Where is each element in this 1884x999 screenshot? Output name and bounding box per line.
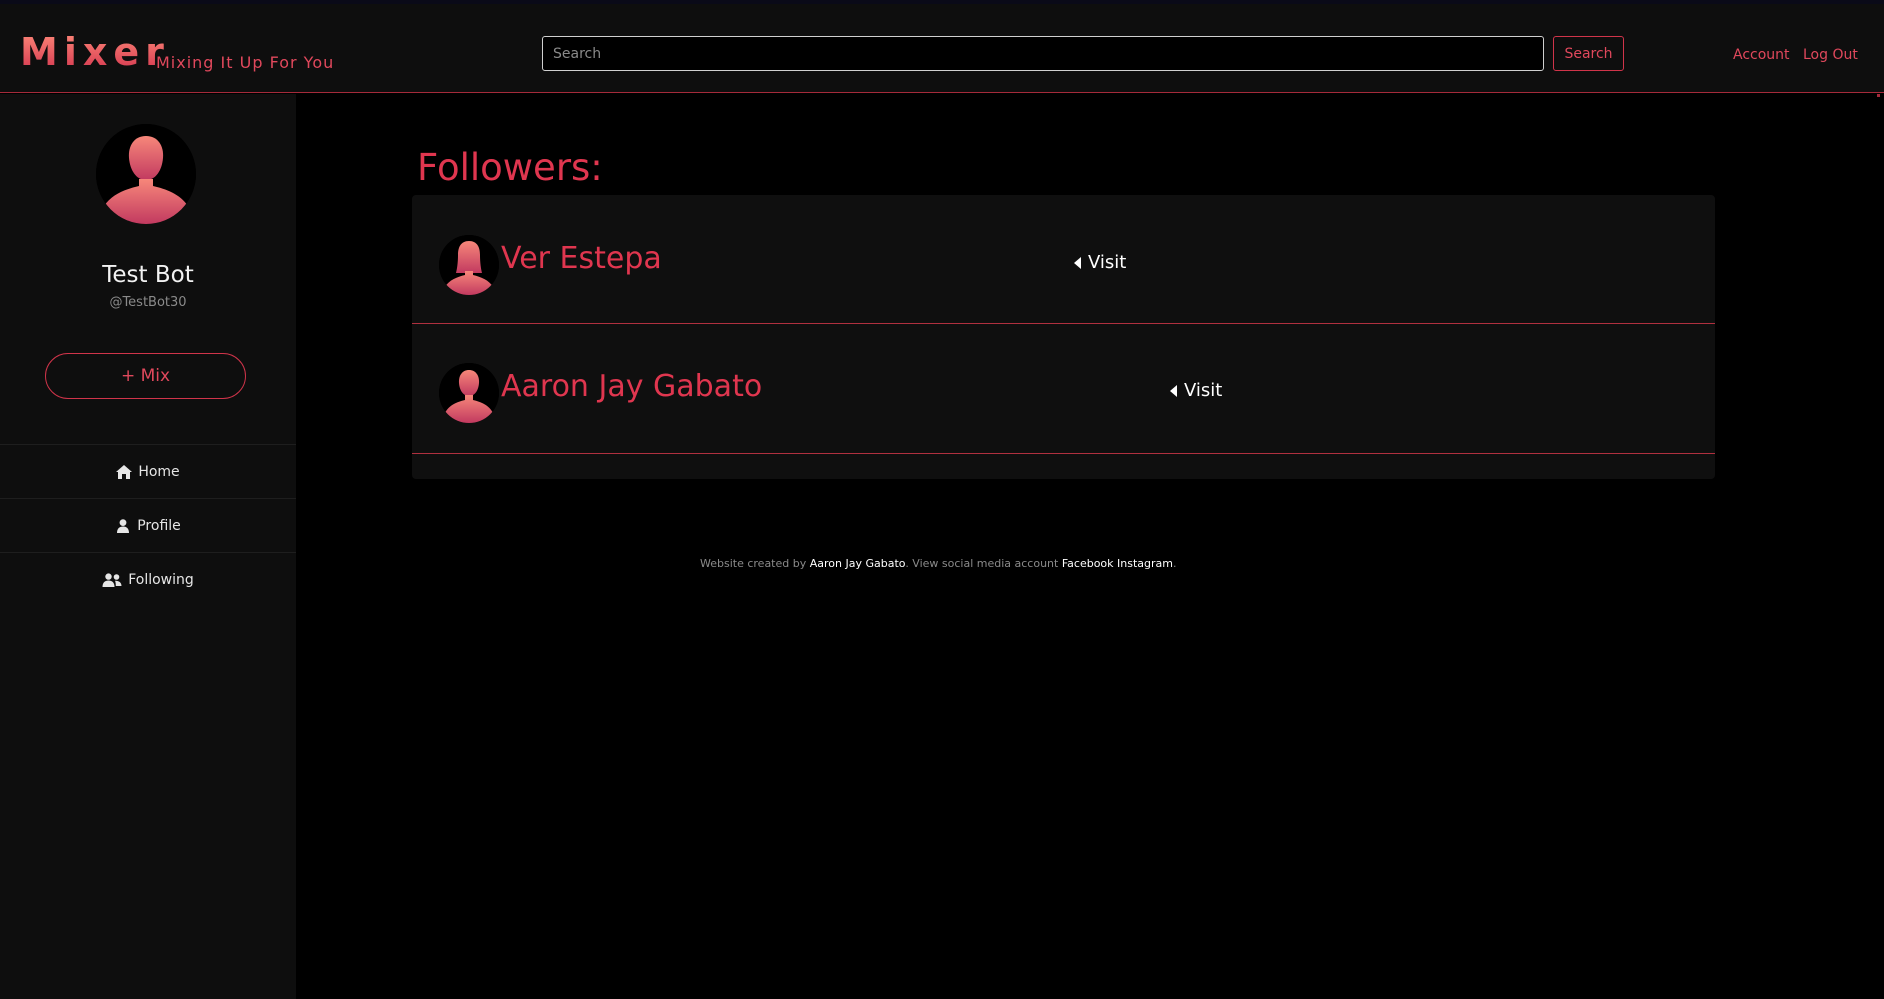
- profile-avatar: [96, 124, 196, 224]
- user-silhouette-icon: [96, 124, 196, 224]
- follower-row: Aaron Jay Gabato Visit: [412, 325, 1715, 454]
- top-navbar: Mixer Mixing It Up For You Search Accoun…: [0, 4, 1884, 97]
- footer-middle: . View social media account: [905, 557, 1062, 570]
- users-icon: [102, 572, 122, 587]
- sidebar-item-profile[interactable]: Profile: [0, 498, 296, 552]
- profile-name: Test Bot: [102, 262, 194, 288]
- followers-list: Ver Estepa Visit Aaron Jay Gabato Visit: [412, 195, 1715, 479]
- sidebar-item-label: Profile: [137, 517, 181, 534]
- user-icon: [115, 518, 131, 533]
- visit-label: Visit: [1088, 252, 1127, 273]
- brand-logo[interactable]: Mixer: [20, 30, 170, 74]
- app-root: Mixer Mixing It Up For You Search Accoun…: [0, 0, 1884, 999]
- footer-facebook-link[interactable]: Facebook: [1062, 557, 1114, 570]
- profile-handle: @TestBot30: [109, 295, 187, 310]
- search-input[interactable]: [542, 36, 1544, 71]
- page-title: Followers:: [417, 146, 603, 189]
- page-footer: Website created by Aaron Jay Gabato. Vie…: [700, 557, 1177, 570]
- footer-prefix: Website created by: [700, 557, 810, 570]
- female-silhouette-icon: [439, 235, 499, 295]
- sidebar-item-home[interactable]: Home: [0, 444, 296, 498]
- logout-link[interactable]: Log Out: [1803, 47, 1858, 63]
- caret-left-icon: [1170, 384, 1177, 397]
- footer-author-link[interactable]: Aaron Jay Gabato: [810, 557, 906, 570]
- brand-tagline: Mixing It Up For You: [156, 53, 335, 72]
- footer-suffix: .: [1173, 557, 1177, 570]
- visit-label: Visit: [1184, 380, 1223, 401]
- follower-row: Ver Estepa Visit: [412, 195, 1715, 324]
- follower-name[interactable]: Ver Estepa: [501, 241, 662, 276]
- visit-button[interactable]: Visit: [1170, 380, 1222, 401]
- sidebar-item-label: Home: [138, 463, 180, 480]
- sidebar-nav: Home Profile Following: [0, 444, 296, 606]
- follower-name[interactable]: Aaron Jay Gabato: [501, 369, 762, 404]
- sidebar-item-label: Following: [128, 571, 194, 588]
- follower-avatar: [439, 363, 499, 423]
- visit-button[interactable]: Visit: [1074, 252, 1126, 273]
- header-corner-mark: [1877, 94, 1880, 97]
- footer-instagram-link[interactable]: Instagram: [1117, 557, 1173, 570]
- male-silhouette-icon: [439, 363, 499, 423]
- home-icon: [116, 464, 133, 479]
- sidebar: Test Bot @TestBot30 + Mix Home Profile F: [0, 94, 296, 999]
- search-button[interactable]: Search: [1553, 36, 1624, 71]
- caret-left-icon: [1074, 256, 1081, 269]
- sidebar-item-following[interactable]: Following: [0, 552, 296, 606]
- account-link[interactable]: Account: [1733, 47, 1790, 63]
- new-mix-button[interactable]: + Mix: [45, 353, 246, 399]
- follower-avatar: [439, 235, 499, 295]
